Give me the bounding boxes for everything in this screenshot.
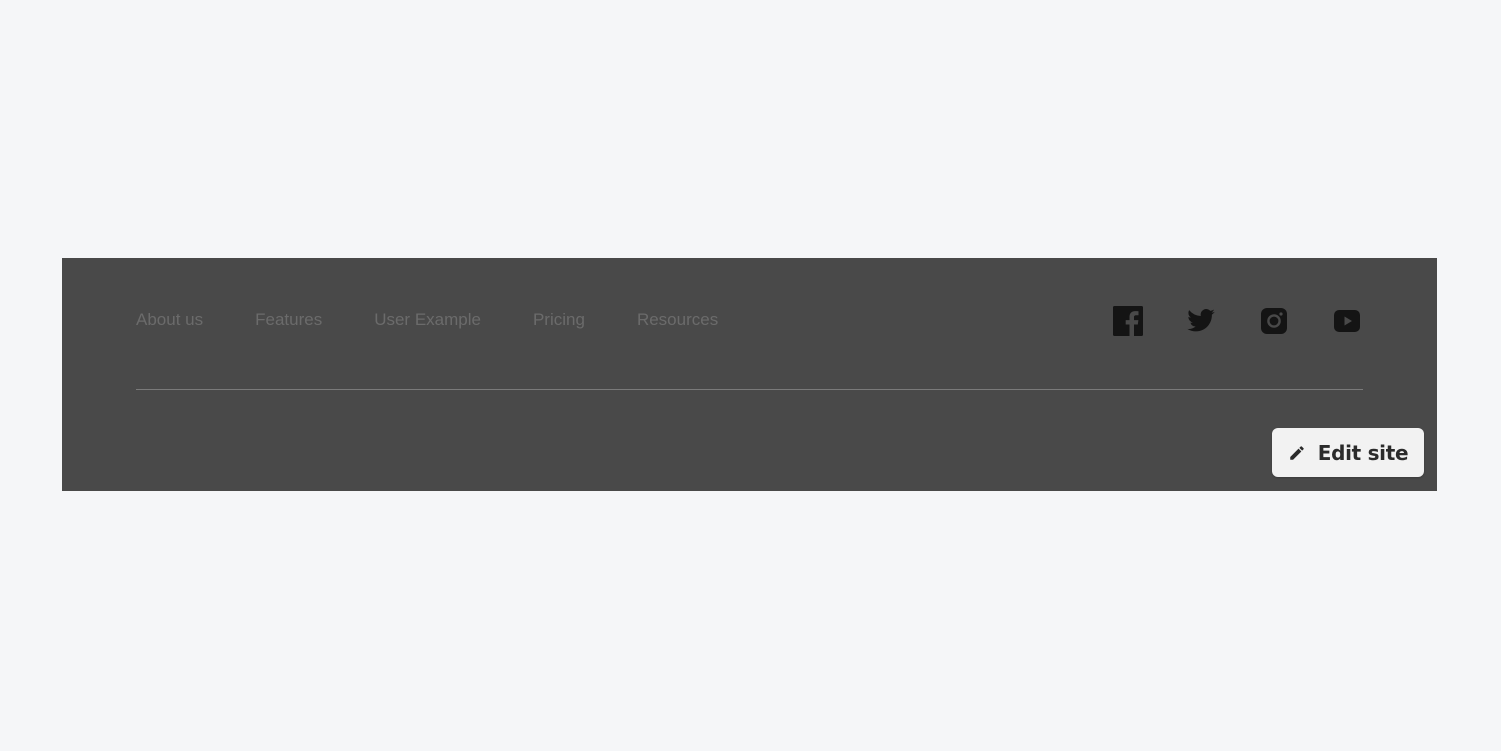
twitter-icon[interactable] [1186, 306, 1216, 336]
edit-site-label: Edit site [1317, 440, 1409, 465]
youtube-icon[interactable] [1332, 306, 1362, 336]
pencil-icon [1288, 444, 1306, 462]
facebook-icon[interactable] [1113, 306, 1143, 336]
footer-link-features[interactable]: Features [255, 308, 322, 332]
edit-site-button[interactable]: Edit site [1272, 428, 1424, 477]
footer-nav: About us Features User Example Pricing R… [136, 308, 770, 332]
site-footer: About us Features User Example Pricing R… [62, 258, 1437, 491]
instagram-icon[interactable] [1259, 306, 1289, 336]
footer-link-about-us[interactable]: About us [136, 308, 203, 332]
footer-link-pricing[interactable]: Pricing [533, 308, 585, 332]
social-links [1113, 306, 1362, 336]
footer-divider [136, 389, 1363, 390]
footer-link-resources[interactable]: Resources [637, 308, 718, 332]
footer-link-user-example[interactable]: User Example [374, 308, 481, 332]
